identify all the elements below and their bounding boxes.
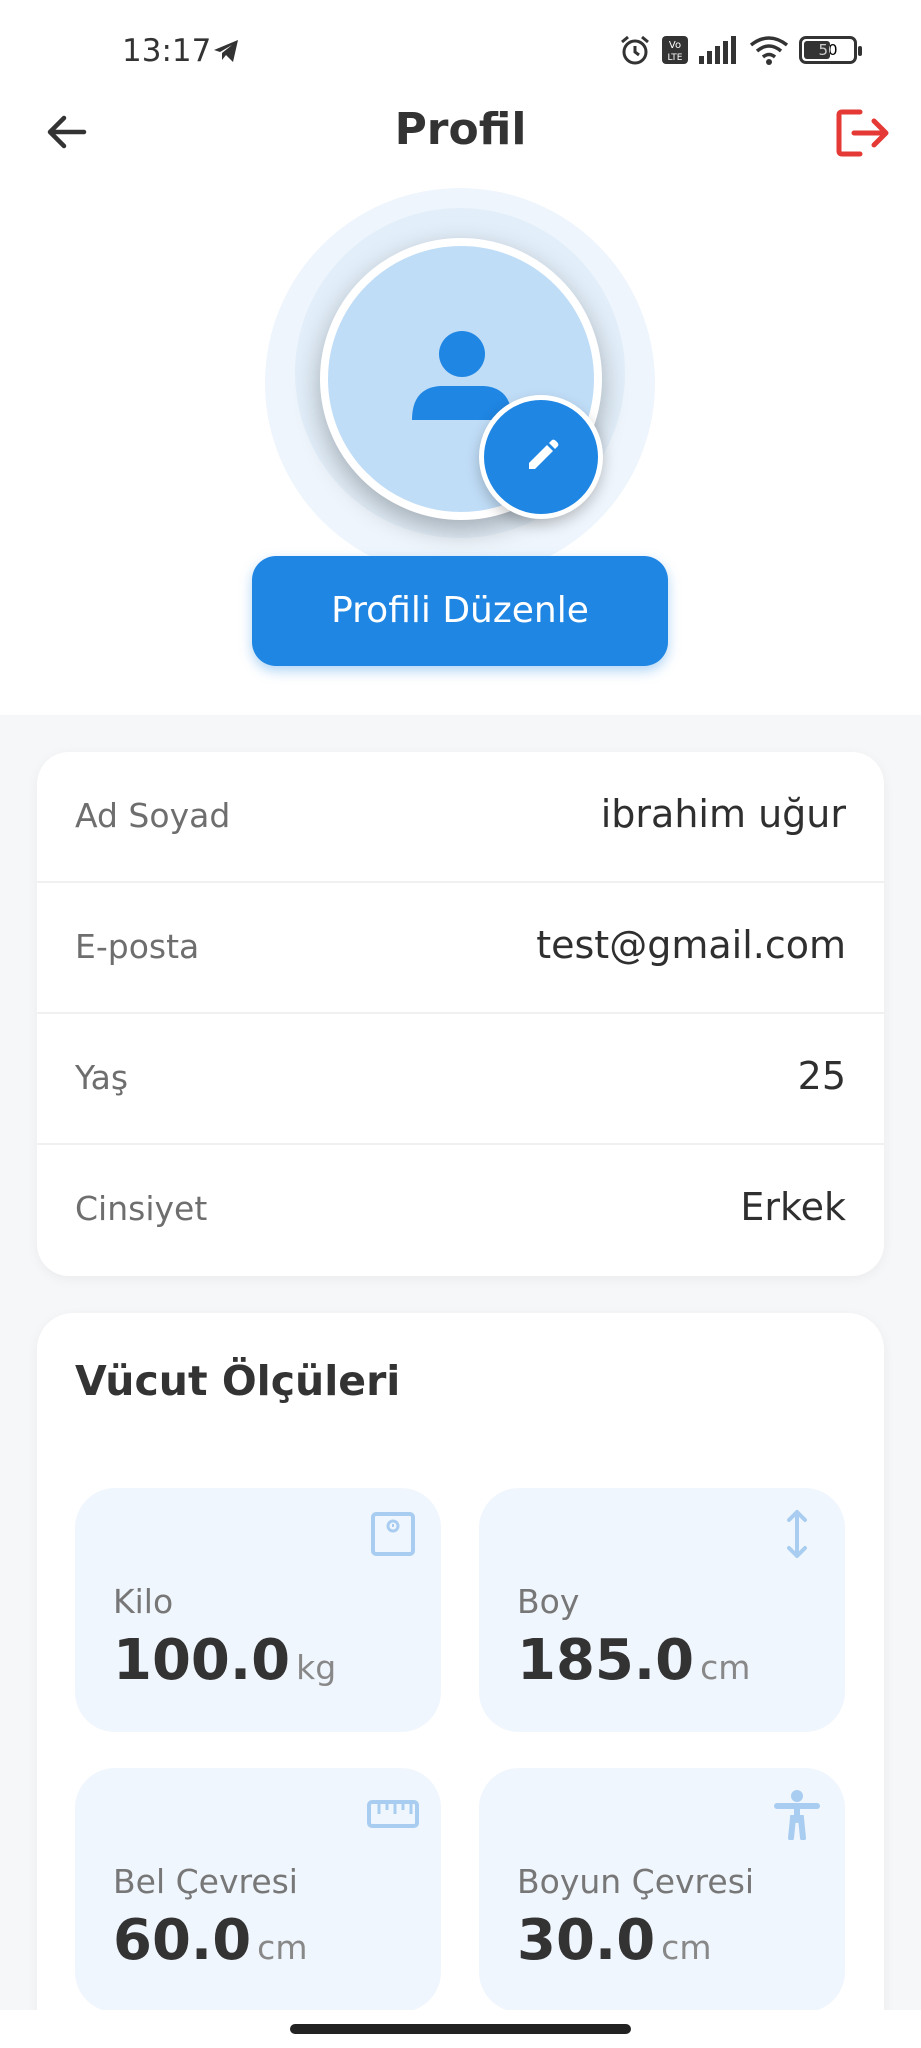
measurement-unit: cm bbox=[257, 1928, 308, 1967]
signal-icon bbox=[699, 36, 736, 64]
status-time: 13:17 bbox=[122, 33, 212, 69]
measurement-label: Boy bbox=[517, 1582, 580, 1621]
measurement-value: 60.0 bbox=[113, 1908, 252, 1973]
info-value: 25 bbox=[797, 1054, 846, 1098]
edit-profile-button[interactable]: Profili Düzenle bbox=[252, 556, 668, 666]
measurement-value: 100.0 bbox=[113, 1628, 291, 1693]
measurement-label: Bel Çevresi bbox=[113, 1862, 298, 1901]
measurement-value: 30.0 bbox=[517, 1908, 656, 1973]
info-label: Ad Soyad bbox=[75, 796, 231, 835]
info-value: test@gmail.com bbox=[536, 923, 846, 967]
measurement-value: 185.0 bbox=[517, 1628, 695, 1693]
measurement-value-row: 60.0 cm bbox=[113, 1908, 307, 1973]
info-label: E-posta bbox=[75, 927, 200, 966]
battery-icon: 50 bbox=[799, 36, 862, 64]
battery-level: 50 bbox=[818, 41, 838, 59]
measurement-unit: kg bbox=[296, 1648, 337, 1687]
profile-info-card: Ad Soyad ibrahim uğur E-posta test@gmail… bbox=[37, 752, 884, 1276]
measurement-tile-height[interactable]: Boy 185.0 cm bbox=[479, 1488, 845, 1732]
measurement-tile-neck[interactable]: Boyun Çevresi 30.0 cm bbox=[479, 1768, 845, 2012]
info-label: Yaş bbox=[75, 1058, 129, 1097]
status-icons: Vo LTE 50 bbox=[619, 34, 862, 66]
measurement-value-row: 100.0 kg bbox=[113, 1628, 336, 1693]
measurement-unit: cm bbox=[700, 1648, 751, 1687]
measurement-tile-waist[interactable]: Bel Çevresi 60.0 cm bbox=[75, 1768, 441, 2012]
height-icon bbox=[787, 1510, 807, 1558]
svg-text:Vo: Vo bbox=[669, 40, 681, 51]
edit-avatar-button[interactable] bbox=[479, 395, 603, 519]
info-value: ibrahim uğur bbox=[600, 792, 846, 836]
pencil-icon bbox=[529, 439, 559, 469]
home-indicator[interactable] bbox=[290, 2024, 631, 2034]
scale-icon bbox=[371, 1512, 415, 1556]
measurement-label: Boyun Çevresi bbox=[517, 1862, 755, 1901]
measurement-tile-weight[interactable]: Kilo 100.0 kg bbox=[75, 1488, 441, 1732]
svg-text:LTE: LTE bbox=[668, 53, 683, 63]
body-icon bbox=[774, 1790, 820, 1840]
info-row-email: E-posta test@gmail.com bbox=[37, 883, 884, 1014]
measurement-value-row: 185.0 cm bbox=[517, 1628, 750, 1693]
measurement-value-row: 30.0 cm bbox=[517, 1908, 711, 1973]
logout-icon[interactable] bbox=[836, 108, 890, 158]
page-title: Profil bbox=[394, 104, 527, 155]
info-row-name: Ad Soyad ibrahim uğur bbox=[37, 752, 884, 883]
info-row-age: Yaş 25 bbox=[37, 1014, 884, 1145]
ruler-icon bbox=[367, 1800, 419, 1828]
info-label: Cinsiyet bbox=[75, 1189, 208, 1228]
measurements-title: Vücut Ölçüleri bbox=[75, 1357, 401, 1405]
body-measurements-card: Vücut Ölçüleri Kilo 100.0 kg Boy 185.0 cm … bbox=[37, 1313, 884, 2048]
wifi-icon bbox=[749, 36, 789, 65]
measurement-label: Kilo bbox=[113, 1582, 174, 1621]
telegram-icon bbox=[214, 40, 238, 62]
measurement-unit: cm bbox=[661, 1928, 712, 1967]
info-value: Erkek bbox=[740, 1185, 846, 1229]
info-row-gender: Cinsiyet Erkek bbox=[37, 1145, 884, 1276]
volte-icon: Vo LTE bbox=[662, 36, 688, 64]
status-bar: 13:17 Vo LTE 50 bbox=[0, 0, 921, 100]
alarm-icon bbox=[621, 35, 649, 65]
